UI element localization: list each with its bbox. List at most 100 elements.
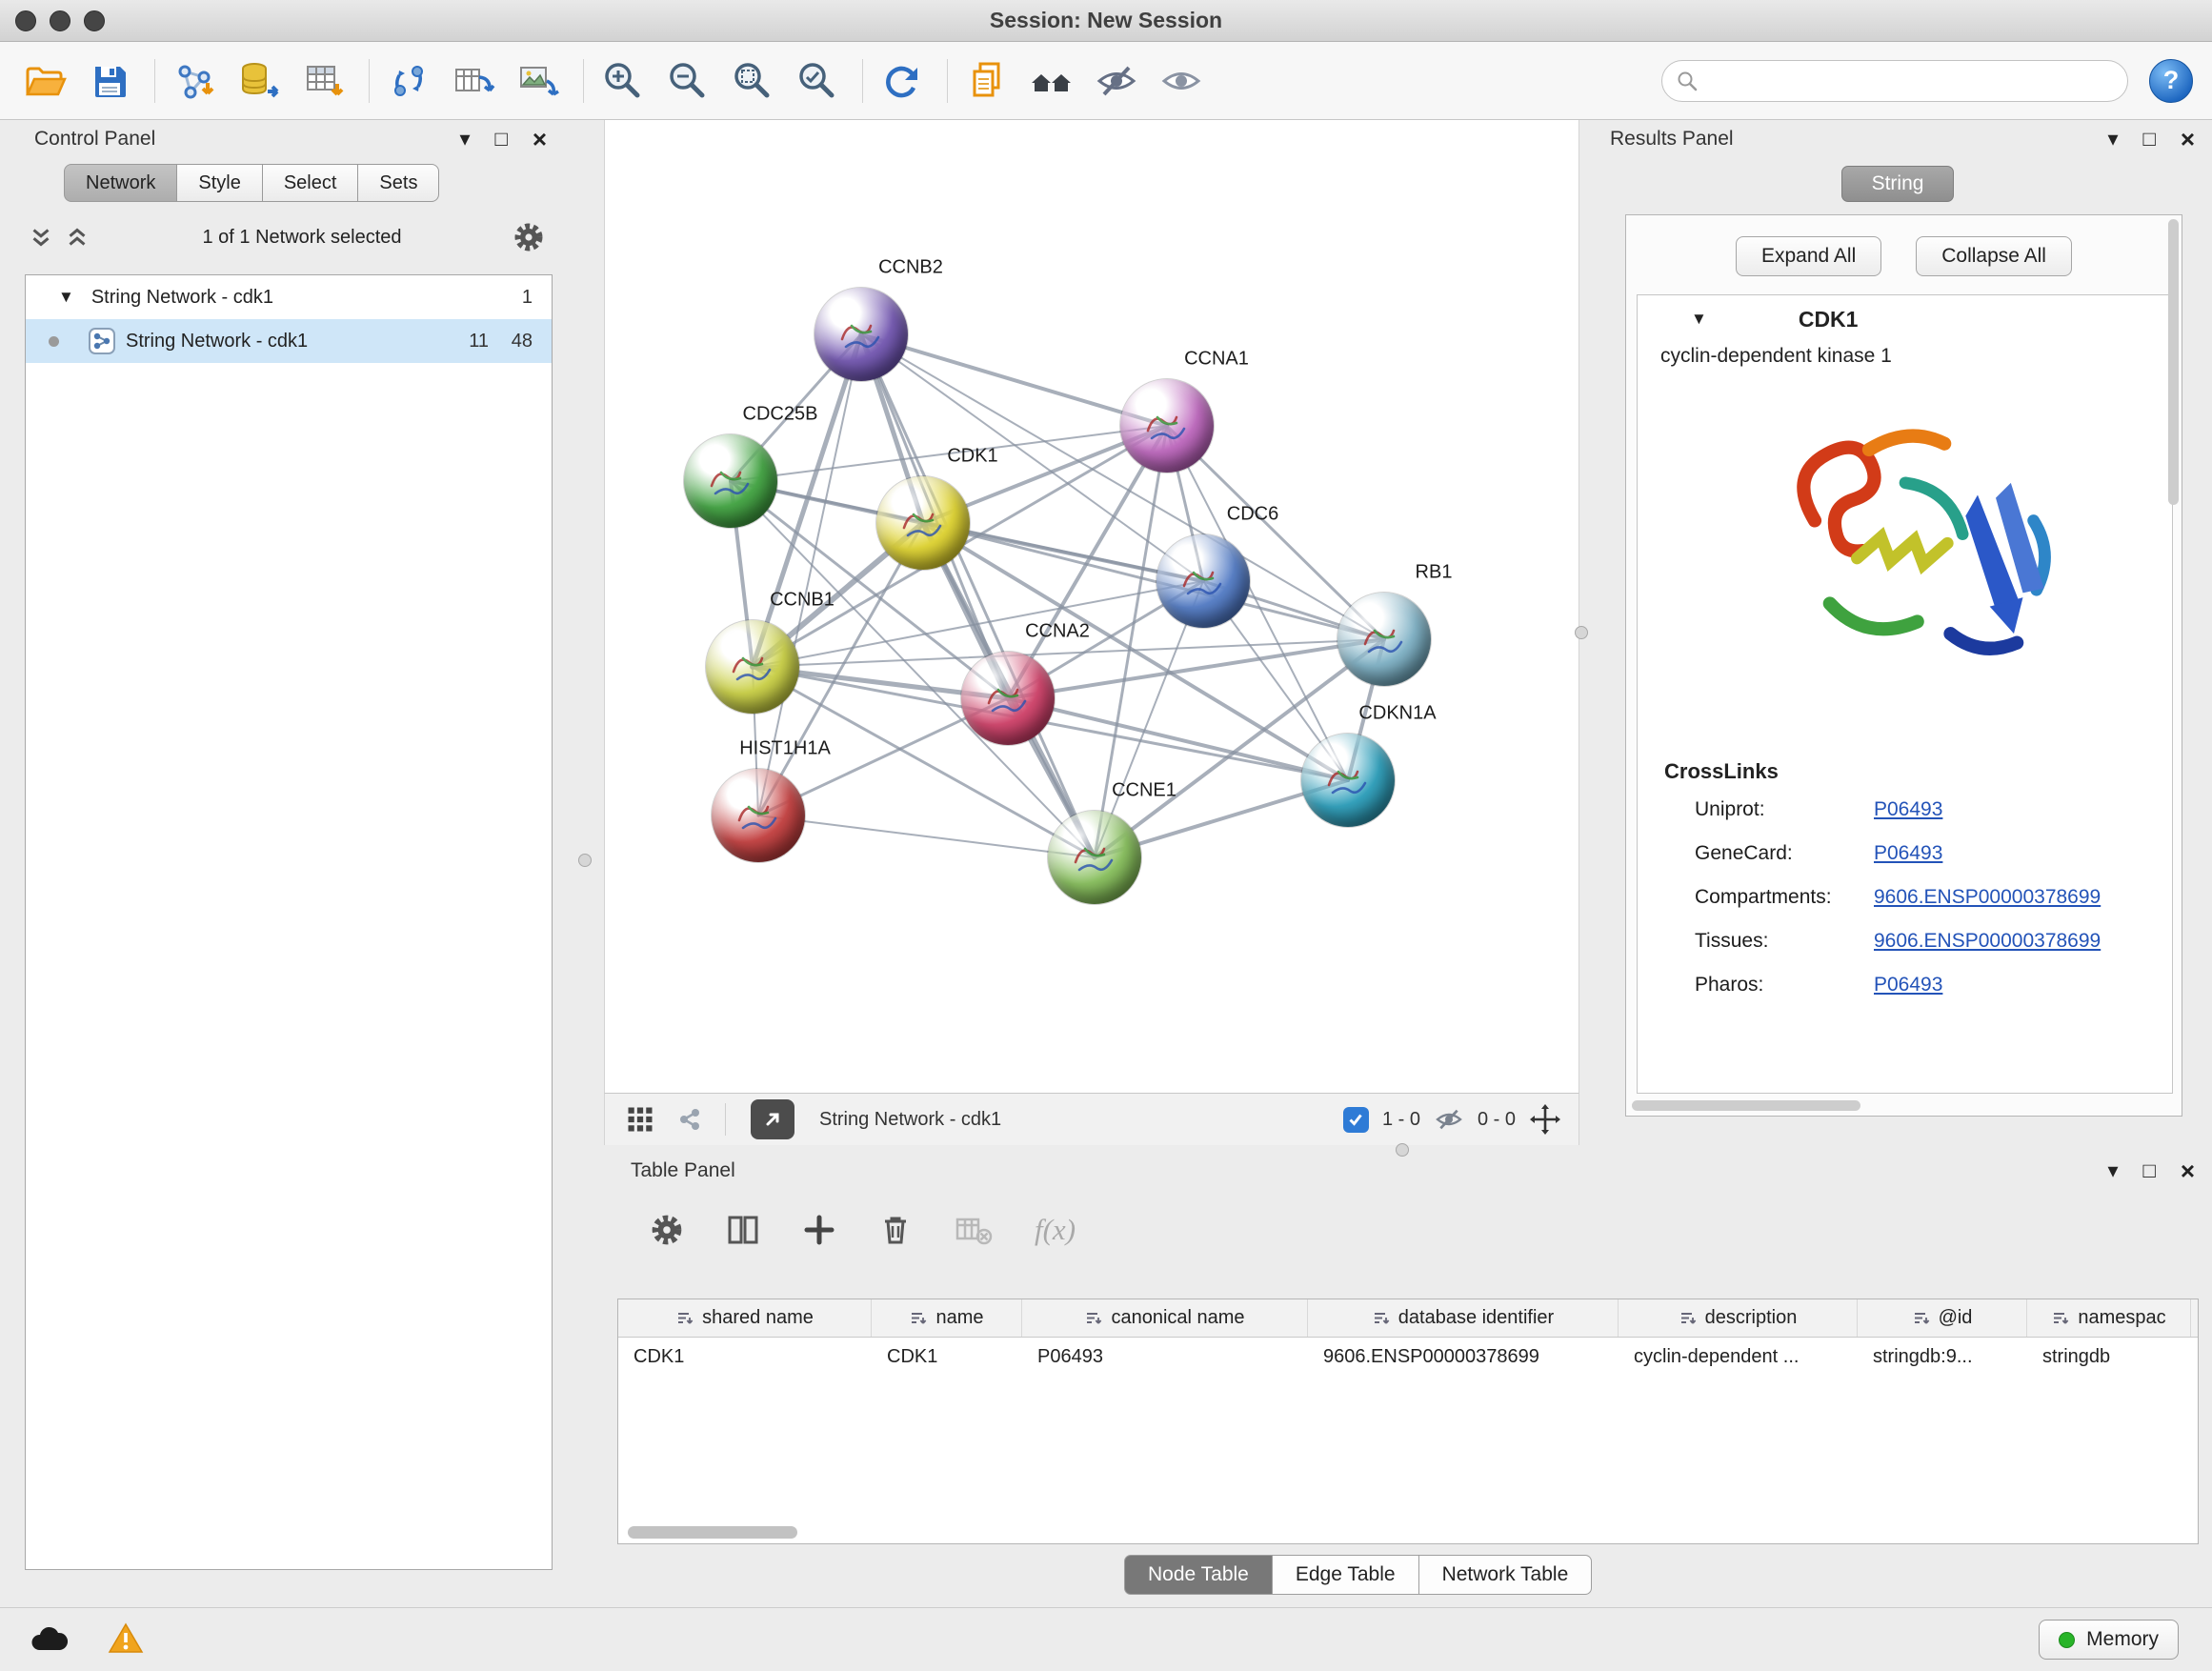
tab-string[interactable]: String xyxy=(1841,166,1954,202)
zoom-in-button[interactable] xyxy=(597,55,649,107)
table-cell[interactable]: stringdb:9... xyxy=(1858,1338,2027,1376)
network-node-hist1h1a[interactable] xyxy=(712,769,805,862)
memory-button[interactable]: Memory xyxy=(2039,1620,2179,1660)
tab-select[interactable]: Select xyxy=(262,164,359,202)
close-panel-icon[interactable]: × xyxy=(2181,127,2195,151)
table-cell[interactable]: CDK1 xyxy=(872,1338,1022,1376)
column-header-canonical-name[interactable]: canonical name xyxy=(1022,1299,1308,1337)
add-column-icon[interactable] xyxy=(802,1213,836,1247)
first-neighbors-button[interactable] xyxy=(383,55,434,107)
tab-style[interactable]: Style xyxy=(176,164,262,202)
split-handle[interactable] xyxy=(578,854,592,867)
string-results-box: Expand All Collapse All ▼ CDK1 cyclin-de… xyxy=(1625,214,2182,1117)
open-folder-icon xyxy=(22,58,68,104)
help-button[interactable]: ? xyxy=(2149,59,2193,103)
tab-edge-table[interactable]: Edge Table xyxy=(1272,1555,1419,1595)
hide-selected-button[interactable] xyxy=(1091,55,1142,107)
column-header-description[interactable]: description xyxy=(1619,1299,1858,1337)
share-view-icon[interactable] xyxy=(675,1105,704,1134)
cloud-status-button[interactable] xyxy=(29,1621,70,1656)
table-row[interactable]: CDK1CDK1P064939606.ENSP00000378699cyclin… xyxy=(618,1338,2198,1376)
tab-network[interactable]: Network xyxy=(64,164,177,202)
search-input[interactable] xyxy=(1706,70,2114,91)
import-database-button[interactable] xyxy=(233,55,285,107)
delete-column-icon[interactable] xyxy=(878,1213,913,1247)
network-node-ccna1[interactable] xyxy=(1120,379,1214,473)
save-session-button[interactable] xyxy=(84,55,135,107)
network-node-cdk1[interactable] xyxy=(876,476,970,570)
column-header-shared-name[interactable]: shared name xyxy=(618,1299,872,1337)
float-panel-icon[interactable]: □ xyxy=(2143,1160,2156,1181)
float-panel-icon[interactable]: □ xyxy=(495,129,508,150)
expand-all-icon[interactable] xyxy=(27,223,55,252)
close-panel-icon[interactable]: × xyxy=(2181,1158,2195,1183)
table-horizontal-scrollbar[interactable] xyxy=(628,1526,797,1539)
section-collapse-icon[interactable]: ▼ xyxy=(1691,310,1707,329)
table-cell[interactable]: cyclin-dependent ... xyxy=(1619,1338,1858,1376)
column-header-database-identifier[interactable]: database identifier xyxy=(1308,1299,1619,1337)
split-handle[interactable] xyxy=(1396,1143,1409,1157)
zoom-out-icon xyxy=(665,58,711,104)
results-horizontal-scrollbar[interactable] xyxy=(1632,1100,1860,1111)
collapse-all-icon[interactable] xyxy=(63,223,91,252)
network-collection-row[interactable]: ▼ String Network - cdk1 1 xyxy=(26,275,552,319)
options-gear-icon[interactable] xyxy=(513,221,545,253)
collapse-panel-icon[interactable]: ▾ xyxy=(459,129,470,150)
crosslink-link[interactable]: P06493 xyxy=(1874,974,1942,997)
open-session-button[interactable] xyxy=(19,55,70,107)
tab-node-table[interactable]: Node Table xyxy=(1124,1555,1273,1595)
float-panel-icon[interactable]: □ xyxy=(2143,129,2156,150)
network-node-ccnb1[interactable] xyxy=(706,620,799,714)
import-network-button[interactable] xyxy=(169,55,220,107)
import-table-button[interactable] xyxy=(298,55,350,107)
collapse-all-button[interactable]: Collapse All xyxy=(1916,236,2072,276)
close-panel-icon[interactable]: × xyxy=(533,127,547,151)
table-cell[interactable]: CDK1 xyxy=(618,1338,872,1376)
network-node-rb1[interactable] xyxy=(1337,593,1431,686)
table-options-gear-icon[interactable] xyxy=(650,1213,684,1247)
network-node-cdkn1a[interactable] xyxy=(1301,734,1395,827)
expand-all-button[interactable]: Expand All xyxy=(1736,236,1881,276)
column-header-@id[interactable]: @id xyxy=(1858,1299,2027,1337)
column-header-name[interactable]: name xyxy=(872,1299,1022,1337)
crosslink-link[interactable]: 9606.ENSP00000378699 xyxy=(1874,886,2101,909)
table-cell[interactable]: stringdb xyxy=(2027,1338,2191,1376)
zoom-fit-button[interactable] xyxy=(727,55,778,107)
open-in-window-button[interactable] xyxy=(751,1099,794,1139)
network-node-ccne1[interactable] xyxy=(1048,811,1141,904)
results-vertical-scrollbar[interactable] xyxy=(2168,219,2179,505)
show-columns-icon[interactable] xyxy=(726,1213,760,1247)
show-hidden-button[interactable] xyxy=(1156,55,1207,107)
network-canvas[interactable]: CCNB2CCNA1CDC25BCDK1CDC6RB1CCNB1CCNA2CDK… xyxy=(604,120,1579,1093)
table-panel-header: Table Panel ▾ □ × xyxy=(604,1154,2212,1188)
copy-annotations-button[interactable] xyxy=(961,55,1013,107)
network-node-cdc6[interactable] xyxy=(1156,534,1250,628)
collapse-panel-icon[interactable]: ▾ xyxy=(2107,129,2118,150)
crosslink-link[interactable]: P06493 xyxy=(1874,798,1942,821)
table-cell[interactable]: 9606.ENSP00000378699 xyxy=(1308,1338,1619,1376)
gene-section-header[interactable]: ▼ CDK1 xyxy=(1638,295,2172,343)
refresh-button[interactable] xyxy=(876,55,928,107)
grid-view-icon[interactable] xyxy=(626,1105,654,1134)
table-cell[interactable]: P06493 xyxy=(1022,1338,1308,1376)
network-row-selected[interactable]: String Network - cdk1 11 48 xyxy=(26,319,552,363)
zoom-out-button[interactable] xyxy=(662,55,714,107)
warning-status-button[interactable] xyxy=(107,1621,145,1656)
export-image-button[interactable] xyxy=(513,55,564,107)
split-handle[interactable] xyxy=(1575,626,1588,639)
network-node-ccnb2[interactable] xyxy=(814,288,908,381)
network-node-cdc25b[interactable] xyxy=(684,434,777,528)
selected-checkbox-icon[interactable] xyxy=(1343,1107,1369,1133)
show-panels-button[interactable] xyxy=(1026,55,1077,107)
zoom-selected-button[interactable] xyxy=(792,55,843,107)
tab-network-table[interactable]: Network Table xyxy=(1418,1555,1593,1595)
crosslink-link[interactable]: 9606.ENSP00000378699 xyxy=(1874,930,2101,953)
column-header-namespac[interactable]: namespac xyxy=(2027,1299,2191,1337)
tab-sets[interactable]: Sets xyxy=(357,164,439,202)
network-node-ccna2[interactable] xyxy=(961,652,1055,745)
pan-crosshair-icon[interactable] xyxy=(1529,1103,1561,1136)
tree-expand-icon[interactable]: ▼ xyxy=(58,288,74,307)
crosslink-link[interactable]: P06493 xyxy=(1874,842,1942,865)
collapse-panel-icon[interactable]: ▾ xyxy=(2107,1160,2118,1181)
network-from-table-button[interactable] xyxy=(448,55,499,107)
